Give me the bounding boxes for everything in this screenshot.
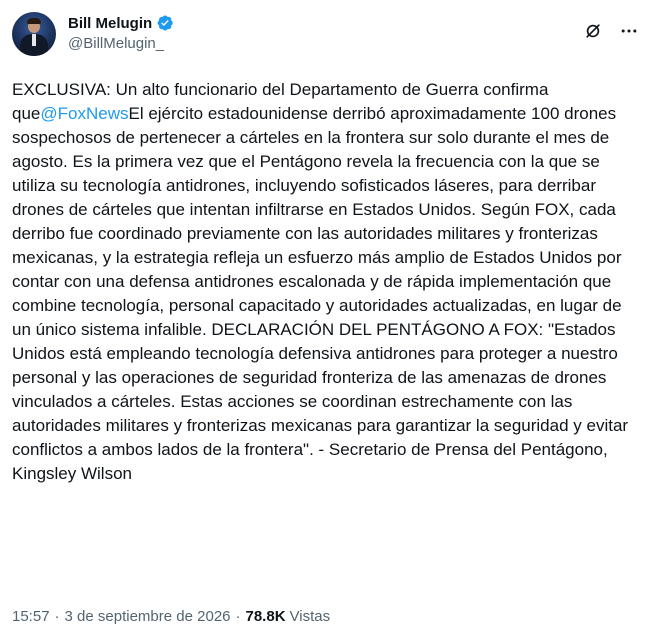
avatar[interactable] — [12, 12, 56, 56]
header-actions — [582, 20, 640, 42]
meta-separator: · — [235, 608, 241, 625]
meta-separator: · — [54, 608, 60, 625]
author-info: Bill Melugin @BillMelugin_ — [68, 12, 174, 52]
post-date[interactable]: 3 de septiembre de 2026 — [65, 608, 231, 625]
author-handle[interactable]: @BillMelugin_ — [68, 35, 174, 52]
display-name[interactable]: Bill Melugin — [68, 15, 152, 32]
views-label: Vistas — [289, 608, 331, 625]
post: Bill Melugin @BillMelugin_ EXCLUSIVA: Un… — [0, 0, 658, 638]
grok-icon[interactable] — [582, 20, 604, 42]
post-header: Bill Melugin @BillMelugin_ — [12, 12, 646, 62]
post-text-rest: El ejército estadounidense derribó aprox… — [12, 104, 629, 483]
verified-badge-icon[interactable] — [156, 14, 174, 32]
post-time[interactable]: 15:57 — [12, 608, 50, 625]
post-meta: 15:57 · 3 de septiembre de 2026 · 78.8K … — [12, 608, 330, 625]
views-count: 78.8K — [245, 608, 286, 625]
post-text: EXCLUSIVA: Un alto funcionario del Depar… — [12, 78, 644, 486]
more-icon[interactable] — [618, 20, 640, 42]
mention-link[interactable]: @FoxNews — [40, 104, 128, 123]
